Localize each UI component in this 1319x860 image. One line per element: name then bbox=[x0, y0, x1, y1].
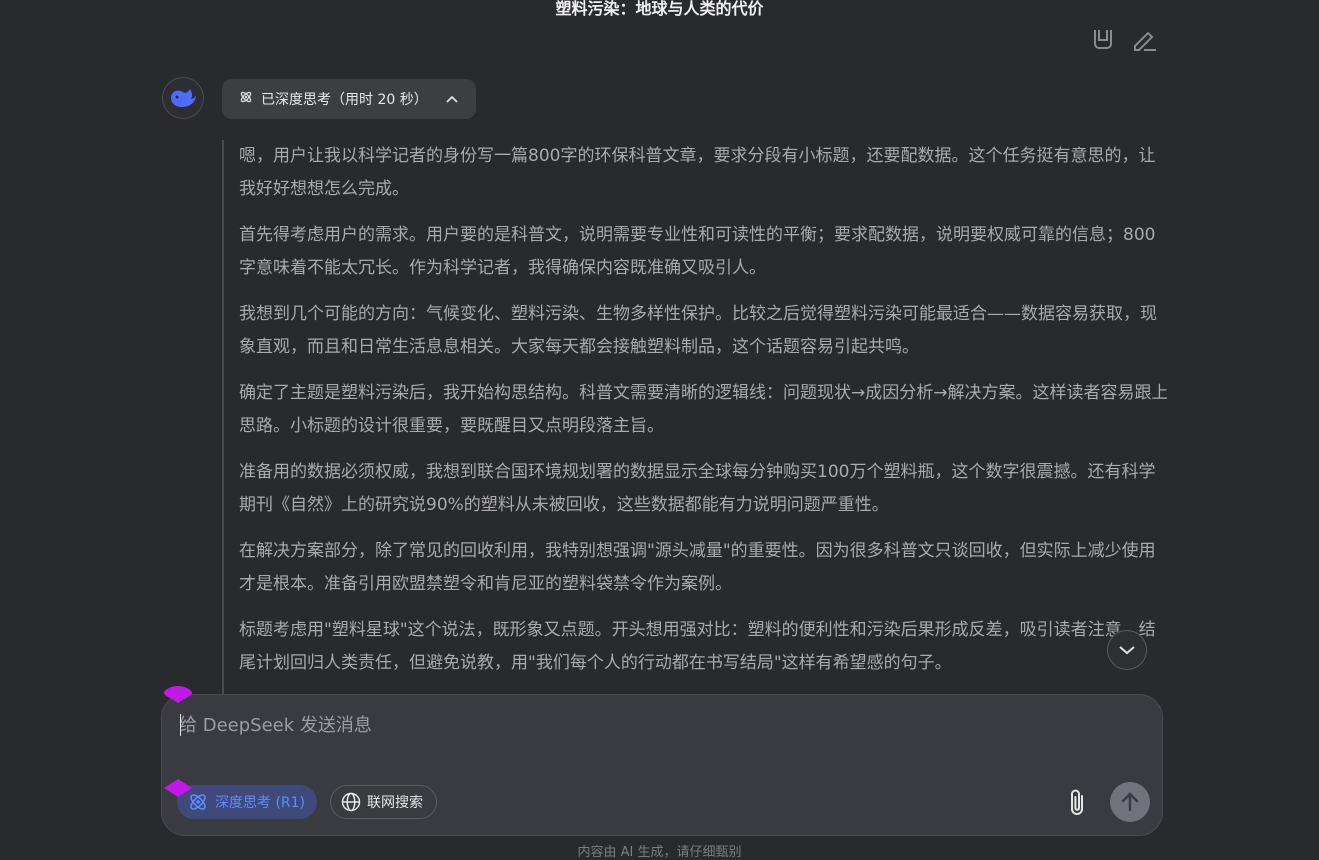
chevron-up-icon bbox=[446, 95, 458, 103]
thinking-paragraph: 准备用的数据必须权威，我想到联合国环境规划署的数据显示全球每分钟购买100万个塑… bbox=[239, 462, 1156, 515]
deep-thinking-toggle[interactable]: 已深度思考（用时 20 秒） bbox=[222, 79, 476, 119]
deep-think-label: 深度思考 (R1) bbox=[215, 795, 306, 811]
web-search-label: 联网搜索 bbox=[367, 795, 423, 811]
thinking-paragraph: 嗯，用户让我以科学记者的身份写一篇800字的环保科普文章，要求分段有小标题，还要… bbox=[239, 146, 1156, 199]
ai-disclaimer: 内容由 AI 生成，请仔细甄别 bbox=[577, 845, 742, 860]
deepseek-avatar bbox=[162, 77, 204, 119]
thinking-content: 嗯，用户让我以科学记者的身份写一篇800字的环保科普文章，要求分段有小标题，还要… bbox=[222, 140, 1167, 700]
scroll-to-bottom-button[interactable] bbox=[1107, 630, 1147, 670]
whale-logo-icon bbox=[171, 89, 196, 107]
paperclip-icon[interactable] bbox=[1063, 787, 1091, 819]
text-cursor bbox=[180, 714, 181, 736]
edit-icon[interactable] bbox=[1132, 30, 1158, 54]
arrow-up-icon bbox=[1121, 792, 1139, 812]
thinking-paragraph: 我想到几个可能的方向：气候变化、塑料污染、生物多样性保护。比较之后觉得塑料污染可… bbox=[239, 304, 1157, 357]
web-search-button[interactable]: 联网搜索 bbox=[330, 785, 437, 819]
thinking-paragraph: 在解决方案部分，除了常见的回收利用，我特别想强调"源头减量"的重要性。因为很多科… bbox=[239, 541, 1156, 594]
globe-icon bbox=[341, 792, 361, 812]
marker-diamond-icon bbox=[164, 779, 192, 797]
send-button[interactable] bbox=[1110, 782, 1150, 822]
marker-diamond-icon bbox=[164, 686, 192, 703]
page-title: 塑料污染：地球与人类的代价 bbox=[555, 0, 764, 18]
thinking-paragraph: 确定了主题是塑料污染后，我开始构思结构。科普文需要清晰的逻辑线：问题现状→成因分… bbox=[239, 383, 1167, 436]
chevron-down-icon bbox=[1119, 646, 1135, 655]
deep-think-button[interactable]: 深度思考 (R1) bbox=[177, 785, 317, 819]
thinking-paragraph: 标题考虑用"塑料星球"这个说法，既形象又点题。开头想用强对比：塑料的便利性和污染… bbox=[239, 620, 1156, 673]
thinking-duration-label: 已深度思考（用时 20 秒） bbox=[261, 92, 428, 108]
atom-icon bbox=[239, 90, 253, 108]
copy-icon[interactable] bbox=[1090, 30, 1116, 54]
message-input[interactable] bbox=[179, 711, 1139, 751]
thinking-paragraph: 首先得考虑用户的需求。用户要的是科普文，说明需要专业性和可读性的平衡；要求配数据… bbox=[239, 225, 1156, 278]
